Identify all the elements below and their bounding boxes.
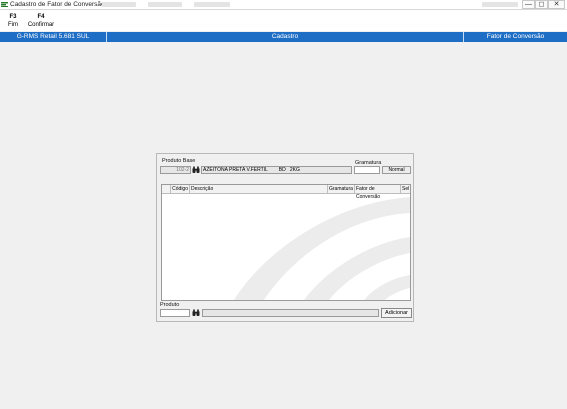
gramatura-field[interactable]: [354, 166, 380, 174]
exit-key: F3: [9, 14, 17, 20]
column-header-sel[interactable]: Sel: [401, 185, 410, 193]
function-key-toolbar: F3 Fim F4 Confirmar: [0, 10, 567, 31]
header-strip: G-RMS Retail 5.681 SUL Cadastro Fator de…: [0, 32, 567, 42]
conversion-table[interactable]: Código Descrição Gramatura Fator de Conv…: [161, 184, 411, 301]
conversion-factor-panel: Produto Base 102-2 AZEITONA PRETA V.FERT…: [156, 153, 414, 322]
system-name: G-RMS Retail 5.681 SUL: [16, 33, 90, 40]
window-title: Cadastro de Fator de Conversão: [10, 1, 105, 8]
produto-description-field: [202, 309, 379, 317]
watermark-logo: [233, 197, 410, 300]
confirm-label: Confirmar: [27, 22, 55, 28]
produto-label: Produto: [160, 302, 180, 308]
produto-base-description-field: AZEITONA PRETA V.FERTIL BD 2KG: [201, 166, 352, 174]
faded-toolbar-item: [194, 2, 230, 7]
column-header-codigo[interactable]: Código: [171, 185, 190, 193]
confirm-button[interactable]: F4 Confirmar: [27, 13, 55, 29]
column-header-fator-conversao[interactable]: Fator de Conversão: [355, 185, 401, 200]
minimize-button[interactable]: —: [522, 0, 535, 9]
confirm-key: F4: [37, 14, 45, 20]
exit-button[interactable]: F3 Fim: [6, 13, 20, 29]
binoculars-icon[interactable]: [192, 309, 200, 317]
normal-button[interactable]: Normal: [382, 166, 411, 174]
module-name: Cadastro: [271, 33, 299, 40]
faded-toolbar-item: [482, 2, 518, 7]
exit-label: Fim: [8, 22, 18, 28]
produto-base-code-field[interactable]: 102-2: [160, 166, 191, 174]
column-header-gramatura[interactable]: Gramatura: [328, 185, 355, 193]
faded-toolbar-item: [148, 2, 182, 7]
faded-toolbar-item: [102, 2, 136, 7]
binoculars-icon[interactable]: [192, 166, 200, 174]
app-icon: [1, 2, 8, 7]
title-bar: Cadastro de Fator de Conversão — ◻ ✕: [0, 0, 567, 10]
column-header-descricao[interactable]: Descrição: [190, 185, 328, 193]
close-button[interactable]: ✕: [548, 0, 565, 9]
add-button[interactable]: Adicionar: [381, 308, 412, 318]
produto-code-field[interactable]: [160, 309, 190, 317]
screen-name: Fator de Conversão: [486, 33, 545, 40]
maximize-button[interactable]: ◻: [535, 0, 548, 9]
row-indicator-header: [162, 185, 171, 193]
produto-base-label: Produto Base: [162, 158, 196, 164]
